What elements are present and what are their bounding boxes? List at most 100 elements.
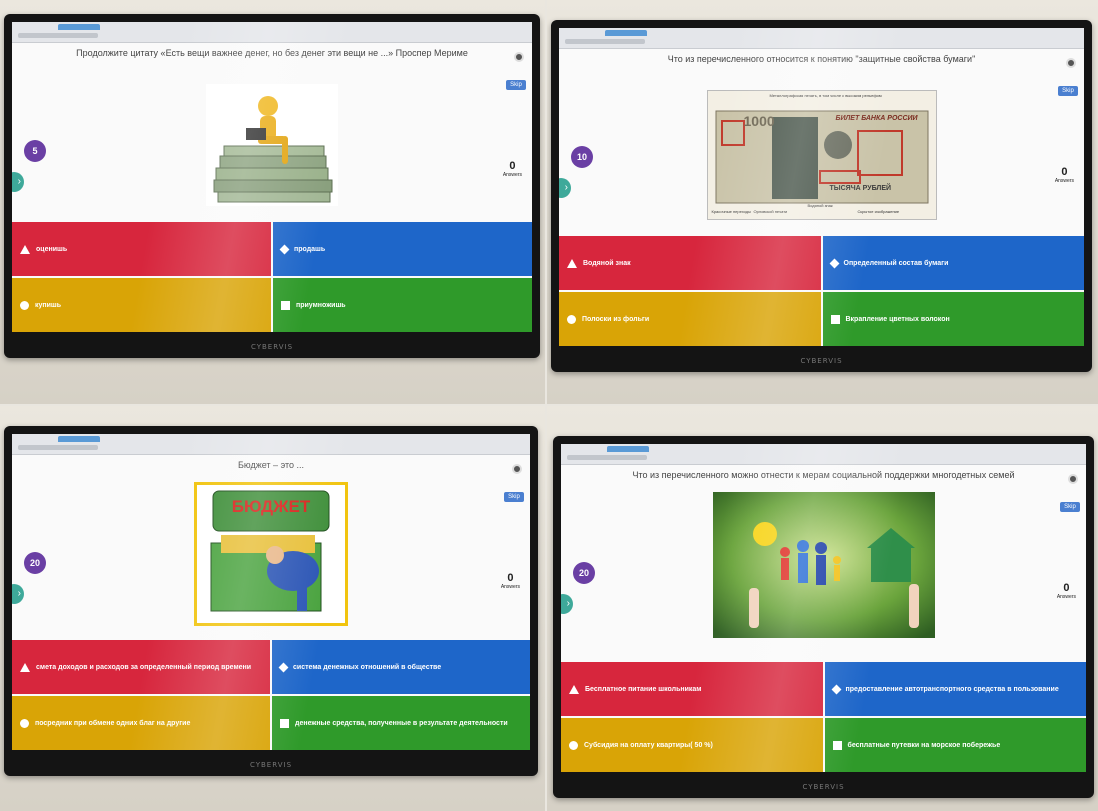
family-cutout-image [712,492,935,638]
square-icon [280,718,289,728]
answer-option-red[interactable]: Бесплатное питание школьникам [561,662,823,716]
answer-label: оценишь [36,245,68,253]
question-text: Что из перечисленного можно отнести к ме… [632,470,1015,480]
answer-option-green[interactable]: приумножишь [273,278,532,332]
answer-option-yellow[interactable]: посредник при обмене одних благ на други… [12,696,270,750]
budget-chest-image: БЮДЖЕТ [194,482,348,626]
circle-icon [567,314,576,324]
tv-brand: CYBERVIS [250,343,294,351]
answer-label: бесплатные путевки на морское побережье [847,741,1001,749]
answer-label: Субсидия на оплату квартиры( 50 %) [584,741,713,749]
answer-grid: смета доходов и расходов за определенный… [12,640,530,750]
answer-option-blue[interactable]: система денежных отношений в обществе [272,640,530,694]
answers-label: Answers [1056,594,1076,600]
answer-option-yellow[interactable]: Полоски из фольги [559,292,821,346]
answer-option-yellow[interactable]: купишь [12,278,271,332]
photo-quiz-4: Что из перечисленного можно отнести к ме… [547,406,1098,811]
answer-option-red[interactable]: смета доходов и расходов за определенный… [12,640,270,694]
answers-count: 0 [1063,582,1070,594]
browser-bar [559,28,1084,49]
answer-label: Вкрапление цветных волокон [845,315,950,323]
next-arrow-icon[interactable]: › [12,584,24,604]
answers-label: Answers [1054,178,1074,184]
next-arrow-icon[interactable]: › [559,178,571,198]
answer-label: Полоски из фольги [582,315,650,323]
browser-tab[interactable] [607,446,649,452]
answer-label: Бесплатное питание школьникам [585,685,702,693]
photo-quiz-2: Что из перечисленного относится к поняти… [547,0,1098,404]
square-icon [281,300,290,310]
skip-button[interactable]: Skip [506,80,526,90]
answer-option-green[interactable]: бесплатные путевки на морское побережье [824,718,1086,772]
answers-count: 0 [509,160,516,172]
tv-frame: Что из перечисленного относится к поняти… [551,20,1092,372]
answer-label: предоставление автотранспортного средств… [845,685,1059,693]
answers-counter: 0 Answers [501,572,520,590]
triangle-icon [567,258,577,268]
address-bar[interactable] [18,445,98,450]
answer-option-blue[interactable]: предоставление автотранспортного средств… [824,662,1086,716]
tv-frame: Бюджет – это ... Skip 20 › 0 Answers БЮД… [4,426,538,776]
tv-frame: Продолжите цитату «Есть вещи важнее дене… [4,14,540,358]
browser-tab[interactable] [58,24,100,30]
answers-count: 0 [507,572,514,584]
square-icon [830,314,840,324]
browser-tab[interactable] [58,436,100,442]
address-bar[interactable] [565,39,645,44]
skip-button[interactable]: Skip [1060,502,1080,512]
answer-label: смета доходов и расходов за определенный… [36,663,252,671]
tv-brand: CYBERVIS [802,783,845,791]
question-text: Бюджет – это ... [238,460,304,470]
answers-label: Answers [502,172,522,178]
answer-label: денежные средства, полученные в результа… [295,719,508,727]
logo-icon [514,52,524,62]
tv-frame: Что из перечисленного можно отнести к ме… [553,436,1094,798]
banknote-callout: Водяной знак [807,203,833,208]
answer-option-red[interactable]: Водяной знак [559,236,821,290]
banknote-value: 1000 [743,113,775,129]
timer-badge: 10 [571,146,593,168]
circle-icon [569,740,578,750]
question-text: Что из перечисленного относится к поняти… [667,54,976,64]
answer-option-green[interactable]: денежные средства, полученные в результа… [272,696,530,750]
answer-label: Определенный состав бумаги [843,259,949,267]
tv-brand: CYBERVIS [249,761,293,769]
answers-counter: 0 Answers [503,160,522,178]
address-bar[interactable] [18,33,98,38]
skip-button[interactable]: Skip [1058,86,1078,96]
quiz-screen: Что из перечисленного можно отнести к ме… [561,444,1086,772]
quiz-screen: Что из перечисленного относится к поняти… [559,28,1084,346]
answer-label: система денежных отношений в обществе [293,663,442,671]
answer-option-blue[interactable]: продашь [273,222,532,276]
logo-icon [1066,58,1076,68]
answer-grid: оценишь продашь купишь приумножишь [12,222,532,332]
next-arrow-icon[interactable]: › [561,594,573,614]
browser-tab[interactable] [605,30,647,36]
answers-count: 0 [1061,166,1068,178]
diamond-icon [279,244,290,254]
square-icon [832,740,842,750]
answer-grid: Бесплатное питание школьникам предоставл… [561,662,1086,772]
answer-option-green[interactable]: Вкрапление цветных волокон [822,292,1084,346]
quiz-screen: Бюджет – это ... Skip 20 › 0 Answers БЮД… [12,434,530,750]
skip-button[interactable]: Skip [504,492,524,502]
man-on-money-image [206,84,338,206]
answer-grid: Водяной знак Определенный состав бумаги … [559,236,1084,346]
tv-brand: CYBERVIS [800,357,843,365]
banknote-drawing [715,110,928,204]
answers-label: Answers [500,584,520,590]
answer-option-blue[interactable]: Определенный состав бумаги [822,236,1084,290]
address-bar[interactable] [567,455,647,460]
budget-word: БЮДЖЕТ [231,497,311,516]
next-arrow-icon[interactable]: › [12,172,24,192]
answer-label: купишь [35,301,62,309]
answer-label: приумножишь [296,301,346,309]
answer-option-yellow[interactable]: Субсидия на оплату квартиры( 50 %) [561,718,823,772]
banknote-image: БИЛЕТ БАНКА РОССИИ 1000 ТЫСЯЧА РУБЛЕЙ Ме… [706,90,937,220]
paper-sun [752,522,777,546]
browser-bar [12,22,532,43]
diamond-icon [278,662,289,672]
quiz-screen: Продолжите цитату «Есть вещи важнее дене… [12,22,532,332]
answer-option-red[interactable]: оценишь [12,222,271,276]
circle-icon [20,718,29,728]
